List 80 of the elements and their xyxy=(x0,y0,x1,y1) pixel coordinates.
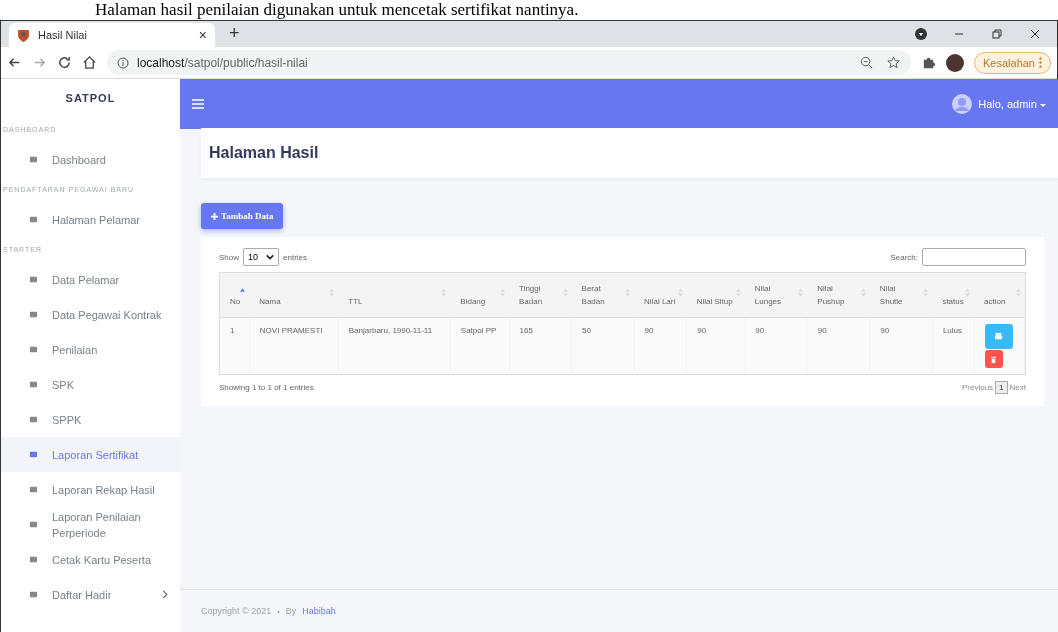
table-cell: 90 xyxy=(807,317,870,375)
caret-icon xyxy=(1040,103,1046,107)
zoom-out-icon[interactable] xyxy=(859,55,874,70)
profile-error-button[interactable]: Kesalahan xyxy=(974,51,1051,74)
table-cell: Lulus xyxy=(932,317,975,375)
close-icon[interactable] xyxy=(1029,28,1041,40)
brand-title: SATPOL xyxy=(64,91,117,106)
table-cell: Satpol PP xyxy=(450,317,510,375)
trash-icon xyxy=(989,354,999,364)
tab-title: Hasil Nilai xyxy=(38,29,88,41)
column-header[interactable]: Nilai Lunges xyxy=(744,272,808,318)
table-cell: 90 xyxy=(634,317,687,375)
column-header[interactable]: TTL xyxy=(338,272,451,318)
sidebar-item[interactable]: Data Pelamar xyxy=(1,262,180,297)
table-cell: 90 xyxy=(869,317,933,375)
previous-link[interactable]: Previous xyxy=(961,383,994,392)
sidebar-item[interactable]: Laporan Sertifikat xyxy=(1,437,180,472)
add-data-button[interactable]: Tambah Data xyxy=(201,203,284,229)
new-tab-button[interactable]: + xyxy=(229,23,240,44)
shield-icon xyxy=(17,28,30,42)
page-title: Halaman Hasil xyxy=(209,144,319,162)
table-cell: 90 xyxy=(744,317,808,375)
restore-icon[interactable] xyxy=(991,28,1003,40)
column-header[interactable]: Nama xyxy=(249,272,339,318)
column-header[interactable]: Nilai Pushup xyxy=(807,272,870,318)
page-size-select[interactable]: 10 xyxy=(243,248,280,266)
table-cell: 1 xyxy=(219,317,250,375)
table-cell: 90 xyxy=(686,317,745,375)
print-icon xyxy=(994,332,1004,341)
user-menu[interactable]: Halo, admin xyxy=(978,98,1046,110)
author-link[interactable]: Habibah xyxy=(302,606,336,616)
caption-text: Halaman hasil penilaian digunakan untuk mencetak sertifikat nantinya. xyxy=(94,0,580,20)
plus-icon xyxy=(211,212,218,220)
column-header[interactable]: Berat Badan xyxy=(571,272,635,318)
table-cell: Banjarbaru, 1990-11-11 xyxy=(338,317,451,375)
sidebar-item[interactable]: SPPK xyxy=(1,402,180,437)
profile-dropdown-icon[interactable] xyxy=(915,28,927,40)
entries-label: entries xyxy=(283,252,308,262)
table-cell: 50 xyxy=(571,317,635,375)
more-icon xyxy=(1039,57,1042,68)
browser-tab[interactable]: Hasil Nilai × xyxy=(9,23,215,47)
page-number-button[interactable]: 1 xyxy=(995,381,1008,394)
address-bar[interactable]: localhost/satpol/public/hasil-nilai xyxy=(107,50,911,75)
sidebar-item[interactable]: Dashboard xyxy=(1,142,180,177)
show-label: Show xyxy=(219,252,239,262)
sidebar-item[interactable]: Daftar Hadir xyxy=(1,577,180,612)
column-header[interactable]: Bidang xyxy=(450,272,510,318)
column-header[interactable]: No xyxy=(219,272,250,318)
column-header[interactable]: Nilai Shutle xyxy=(869,272,933,318)
column-header[interactable]: Tinggi Badan xyxy=(509,272,572,318)
table-cell: NOVI PRAMESTI xyxy=(249,317,339,375)
star-icon[interactable] xyxy=(886,55,901,70)
sidebar-item[interactable]: Data Pegawai Kontrak xyxy=(1,297,180,332)
close-tab-button[interactable]: × xyxy=(198,27,207,43)
info-icon xyxy=(117,56,129,69)
delete-button[interactable] xyxy=(984,350,1003,368)
puzzle-icon[interactable] xyxy=(921,55,936,70)
sidebar-item[interactable]: Penilaian xyxy=(1,332,180,367)
copyright-text: Copyright © 2021 xyxy=(201,606,272,616)
chevron-down-icon xyxy=(266,254,275,260)
user-avatar-icon xyxy=(952,94,973,114)
table-cell: 165 xyxy=(509,317,572,375)
column-header[interactable]: Nilai Situp xyxy=(686,272,745,318)
column-header[interactable]: action xyxy=(974,272,1026,318)
search-label: Search: xyxy=(890,252,918,262)
profile-avatar[interactable] xyxy=(946,53,964,72)
reload-icon[interactable] xyxy=(57,55,72,70)
menu-icon[interactable] xyxy=(192,99,204,109)
sidebar-item[interactable]: Cetak Kartu Peserta xyxy=(1,542,180,577)
sidebar-item[interactable]: Halaman Pelamar xyxy=(1,202,180,237)
by-text: By xyxy=(285,606,297,616)
table-info: Showing 1 to 1 of 1 entries xyxy=(219,383,314,392)
sidebar-item[interactable]: Laporan Rekap Hasil xyxy=(1,472,180,507)
column-header[interactable]: status xyxy=(932,272,975,318)
column-header[interactable]: Nilai Lari xyxy=(634,272,687,318)
search-field[interactable] xyxy=(922,248,1026,266)
chevron-right-icon xyxy=(162,590,168,599)
sidebar-item[interactable]: SPK xyxy=(1,367,180,402)
sidebar-item[interactable]: Laporan Penilaian Perperiode xyxy=(1,507,180,542)
next-link[interactable]: Next xyxy=(1009,383,1026,392)
